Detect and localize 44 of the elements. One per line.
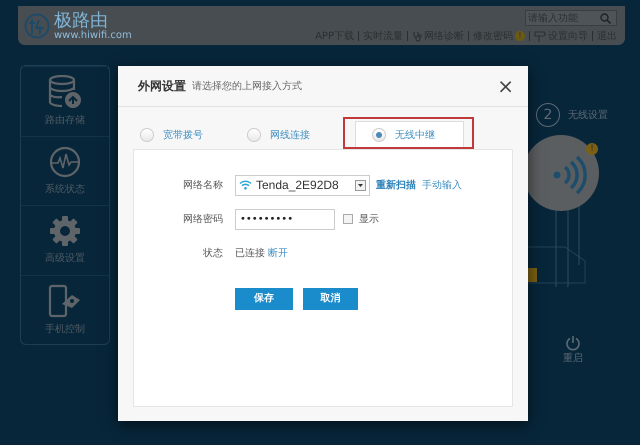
radio-button[interactable] [372, 128, 386, 142]
radio-button[interactable] [140, 128, 154, 142]
power-icon[interactable] [565, 335, 581, 351]
search-icon[interactable] [600, 12, 611, 24]
sidebar-item[interactable]: 手机控制 [21, 274, 109, 344]
database-upload-icon [48, 75, 82, 110]
dialog-subtitle: 请选择您的上网接入方式 [192, 80, 302, 93]
sidebar-item[interactable]: 系统状态 [21, 136, 109, 205]
close-button[interactable]: × [497, 76, 514, 96]
connection-tab[interactable]: 无线中继 [355, 121, 464, 147]
wifi-icon [239, 180, 252, 190]
dialog-button[interactable]: 取消 [303, 288, 358, 310]
field-label: 状态 [203, 246, 223, 260]
phone-control-icon [48, 284, 82, 318]
gear-icon [49, 215, 81, 248]
field-label: 网络名称 [183, 179, 223, 192]
alert-badge: ! [586, 143, 598, 155]
sidebar-item[interactable]: 高级设置 [21, 205, 109, 274]
logo-url: www.hiwifi.com [54, 30, 132, 40]
disconnect-link[interactable]: 断开 [268, 246, 288, 260]
network-select[interactable]: Tenda_2E92D8 [235, 174, 370, 196]
logo-icon [24, 12, 50, 38]
logo-text: 极路由 [54, 10, 108, 30]
signpost-icon [534, 30, 546, 42]
reboot-label[interactable]: 重启 [563, 351, 583, 365]
dialog-title: 外网设置 [138, 78, 186, 94]
radio-button[interactable] [247, 128, 261, 142]
checkbox-label: 显示 [359, 213, 379, 226]
dropdown-icon[interactable] [355, 180, 366, 190]
pulse-circle-icon [49, 146, 81, 178]
manual-input-link[interactable]: 手动输入 [422, 178, 462, 192]
connection-tab[interactable]: 宽带拨号 [133, 121, 222, 147]
sidebar-item[interactable]: 路由存储 [21, 66, 109, 136]
show-checkbox[interactable] [343, 214, 353, 224]
rescan-link[interactable]: 重新扫描 [376, 178, 416, 192]
dialog-button[interactable]: 保存 [235, 288, 293, 310]
alert-badge: ! [515, 31, 525, 41]
field-label: 网络密码 [183, 212, 223, 226]
password-field[interactable]: ••••••••• [235, 208, 335, 230]
step-label: 无线设置 [568, 108, 608, 122]
step-number: 2 [536, 103, 560, 127]
stethoscope-icon [412, 30, 422, 42]
status-value: 已连接 [235, 246, 265, 260]
connection-tab[interactable]: 网线连接 [240, 121, 329, 147]
